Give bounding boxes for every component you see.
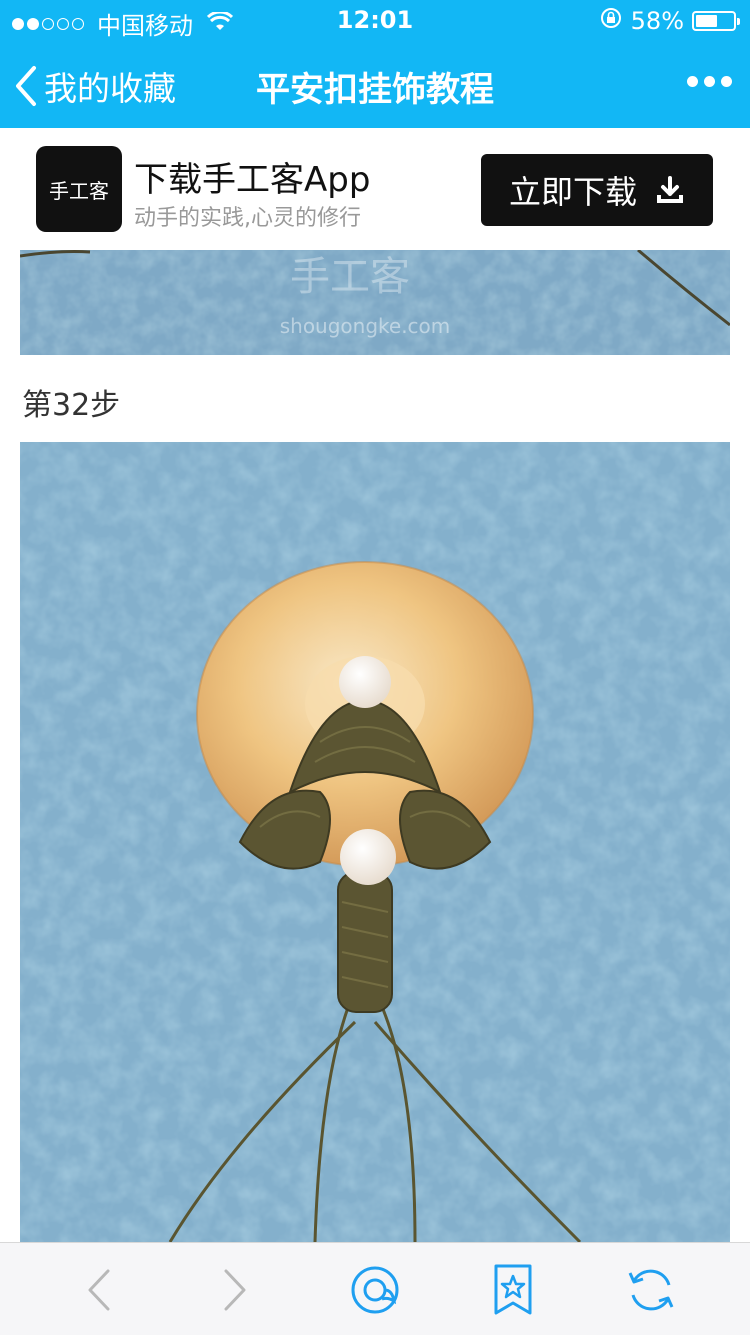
back-arrow-icon[interactable] — [72, 1263, 126, 1317]
step-photo — [20, 442, 730, 1242]
previous-step-image: 手工客 shougongke.com — [20, 250, 730, 355]
orientation-lock-icon — [599, 6, 623, 36]
status-bar: 中国移动 12:01 58% — [0, 0, 750, 40]
refresh-icon[interactable] — [624, 1263, 678, 1317]
watermark-text: 手工客 — [290, 254, 410, 300]
step-label: 第32步 — [22, 388, 121, 423]
share-chat-icon[interactable] — [348, 1263, 402, 1317]
download-button-label: 立即下载 — [508, 173, 637, 211]
navigation-bar: 我的收藏 平安扣挂饰教程 — [0, 40, 750, 128]
banner-subtitle: 动手的实践,心灵的修行 — [134, 206, 361, 231]
page-title: 平安扣挂饰教程 — [256, 70, 494, 110]
forward-arrow-icon[interactable] — [208, 1263, 262, 1317]
bottom-toolbar — [0, 1242, 750, 1335]
download-icon — [657, 176, 683, 203]
battery-percent: 58% — [630, 7, 684, 35]
banner-title: 下载手工客App — [134, 160, 371, 200]
top-bar: 中国移动 12:01 58% 我的收藏 平安扣挂饰教程 — [0, 0, 750, 128]
download-now-button[interactable]: 立即下载 — [481, 154, 713, 226]
app-download-banner[interactable]: 手工客 下载手工客App 动手的实践,心灵的修行 立即下载 — [0, 128, 750, 250]
battery-icon — [692, 11, 740, 31]
battery-area: 58% — [599, 6, 740, 36]
app-logo: 手工客 — [36, 146, 122, 232]
more-dots-icon[interactable] — [681, 76, 732, 87]
watermark-url: shougongke.com — [280, 314, 451, 338]
bookmark-star-icon[interactable] — [486, 1263, 540, 1317]
battery-fill — [696, 15, 717, 27]
